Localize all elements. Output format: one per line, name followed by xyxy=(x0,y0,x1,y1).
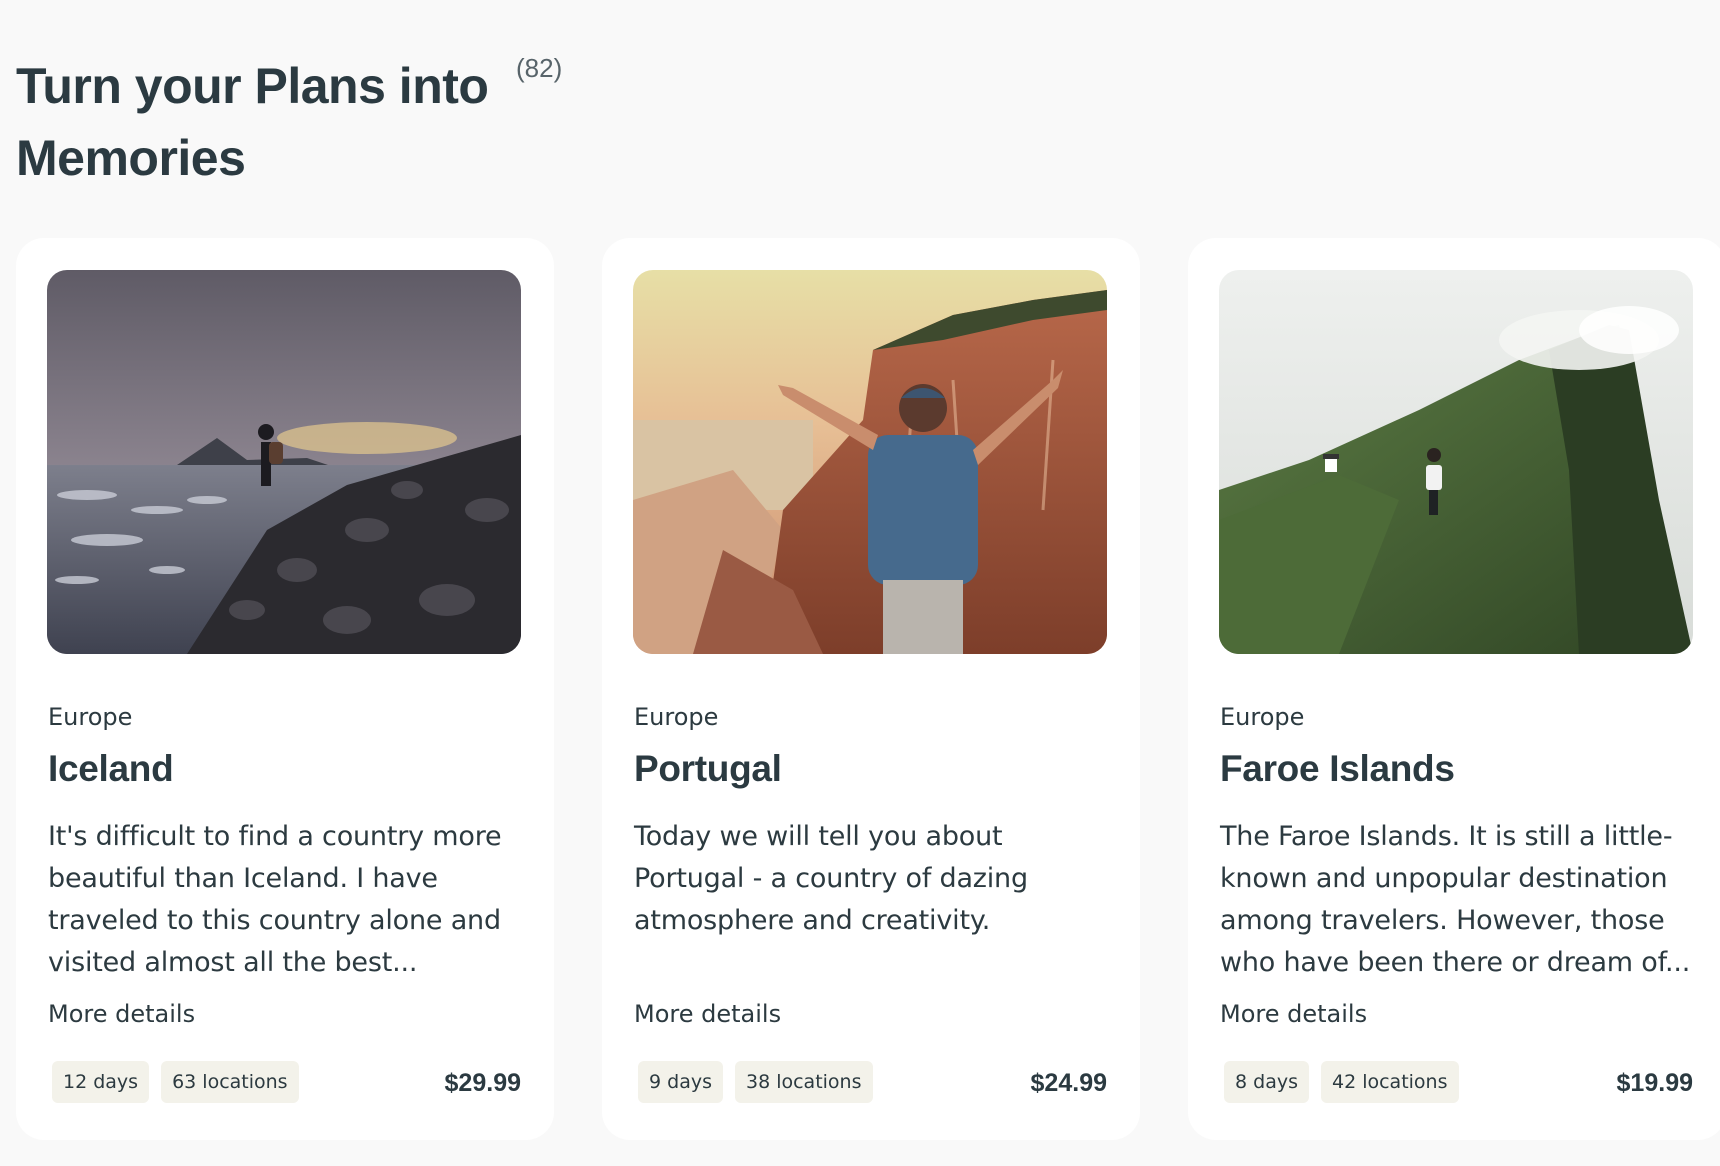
more-details-link[interactable]: More details xyxy=(48,1000,195,1028)
duration-tag: 9 days xyxy=(638,1061,723,1103)
more-details-link[interactable]: More details xyxy=(1220,1000,1367,1028)
results-count: (82) xyxy=(516,53,563,83)
tour-card-portugal[interactable]: Europe Portugal Today we will tell you a… xyxy=(602,238,1140,1140)
tour-photo-portugal xyxy=(633,270,1107,654)
section-title: Turn your Plans into Memories xyxy=(16,58,489,186)
tour-description: Today we will tell you about Portugal - … xyxy=(634,821,1028,936)
tour-region: Europe xyxy=(48,703,133,731)
tour-price: $24.99 xyxy=(1030,1069,1107,1097)
locations-tag: 63 locations xyxy=(161,1061,299,1103)
tour-card-faroe-islands[interactable]: Europe Faroe Islands The Faroe Islands. … xyxy=(1188,238,1720,1140)
tour-card-iceland[interactable]: Europe Iceland It's difficult to find a … xyxy=(16,238,554,1140)
tour-tags: 9 days 38 locations xyxy=(638,1061,873,1103)
duration-tag: 8 days xyxy=(1224,1061,1309,1103)
tour-name: Iceland xyxy=(48,748,174,789)
tour-name: Portugal xyxy=(634,748,782,789)
locations-tag: 38 locations xyxy=(734,1061,873,1103)
tour-card-list: Europe Iceland It's difficult to find a … xyxy=(16,238,1720,1140)
tour-price: $29.99 xyxy=(444,1069,521,1097)
tour-name: Faroe Islands xyxy=(1220,748,1455,789)
tour-price: $19.99 xyxy=(1616,1069,1693,1097)
tour-region: Europe xyxy=(1220,703,1305,731)
tour-tags: 12 days 63 locations xyxy=(52,1061,299,1103)
tour-description: The Faroe Islands. It is still a little-… xyxy=(1220,821,1691,978)
more-details-link[interactable]: More details xyxy=(634,1000,781,1028)
tour-photo-iceland xyxy=(47,270,521,654)
tour-description: It's difficult to find a country more be… xyxy=(48,821,502,978)
locations-tag: 42 locations xyxy=(1320,1061,1459,1103)
section-header: Turn your Plans into Memories (82) xyxy=(16,50,562,194)
tour-photo-faroe-islands xyxy=(1219,270,1693,654)
tour-tags: 8 days 42 locations xyxy=(1224,1061,1459,1103)
tour-region: Europe xyxy=(634,703,719,731)
duration-tag: 12 days xyxy=(52,1061,150,1103)
